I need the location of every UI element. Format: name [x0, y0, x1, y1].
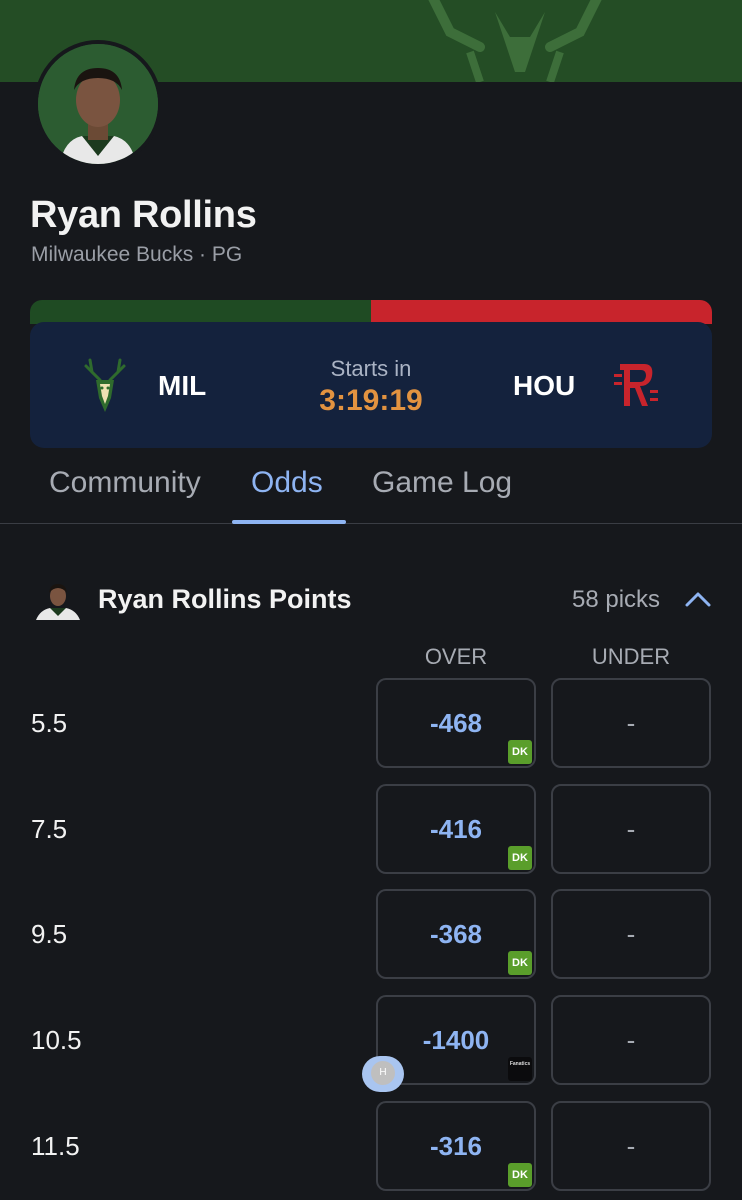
draftkings-badge-icon: DK [508, 951, 532, 975]
line-value: 11.5 [31, 1131, 80, 1161]
line-value: 7.5 [31, 814, 68, 844]
draftkings-badge-icon: DK [508, 740, 532, 764]
line-value: 9.5 [31, 919, 68, 949]
away-team-color-bar [371, 300, 712, 324]
over-odds-button[interactable]: -416 DK [376, 784, 536, 874]
player-mini-avatar [34, 580, 82, 620]
under-odds-button[interactable]: - [551, 995, 711, 1085]
draftkings-badge-icon: DK [508, 846, 532, 870]
line-value: 10.5 [31, 1025, 82, 1055]
rockets-logo-icon [610, 358, 662, 419]
assist-icon: H [371, 1061, 395, 1085]
fanatics-badge-icon: Fanatics [508, 1057, 532, 1081]
odds-row: 7.5 -416 DK - [0, 784, 742, 876]
picks-count: 58 picks [572, 586, 661, 613]
home-team-color-bar [30, 300, 371, 324]
over-price: -1400 [422, 1025, 490, 1055]
chevron-up-icon[interactable] [684, 590, 712, 613]
active-tab-indicator [232, 520, 346, 524]
market-header[interactable]: Ryan Rollins Points 58 picks [0, 572, 742, 622]
player-name: Ryan Rollins [30, 194, 257, 236]
under-odds-button[interactable]: - [551, 678, 711, 768]
under-price: - [626, 1025, 636, 1055]
over-odds-button[interactable]: -316 DK [376, 1101, 536, 1191]
over-price: -316 [429, 1131, 483, 1161]
tab-community[interactable]: Community [49, 466, 201, 500]
over-odds-button[interactable]: -468 DK [376, 678, 536, 768]
under-price: - [626, 814, 636, 844]
under-price: - [626, 708, 636, 738]
tab-game-log[interactable]: Game Log [372, 466, 512, 500]
under-price: - [626, 1131, 636, 1161]
under-odds-button[interactable]: - [551, 889, 711, 979]
odds-row: 9.5 -368 DK - [0, 889, 742, 981]
tab-odds[interactable]: Odds [251, 466, 323, 500]
under-odds-button[interactable]: - [551, 784, 711, 874]
bucks-watermark-icon [428, 0, 602, 82]
odds-row: 5.5 -468 DK - [0, 678, 742, 770]
line-value: 5.5 [31, 708, 68, 738]
player-team-position: Milwaukee Bucks · PG [31, 243, 243, 266]
over-price: -368 [429, 919, 483, 949]
over-price: -416 [429, 814, 483, 844]
odds-row: 11.5 -316 DK - [0, 1101, 742, 1193]
draftkings-badge-icon: DK [508, 1163, 532, 1187]
over-price: -468 [429, 708, 483, 738]
market-title: Ryan Rollins Points [98, 584, 352, 614]
tab-bar: Community Odds Game Log [0, 448, 742, 524]
over-odds-button[interactable]: -368 DK [376, 889, 536, 979]
under-odds-button[interactable]: - [551, 1101, 711, 1191]
over-column-header: OVER [424, 644, 488, 669]
floating-assist-button[interactable]: H [362, 1056, 404, 1092]
away-team-abbr: HOU [513, 370, 576, 401]
under-price: - [626, 919, 636, 949]
player-avatar [34, 40, 162, 168]
game-card[interactable]: MIL Starts in 3:19:19 HOU [30, 322, 712, 448]
under-column-header: UNDER [591, 644, 671, 669]
